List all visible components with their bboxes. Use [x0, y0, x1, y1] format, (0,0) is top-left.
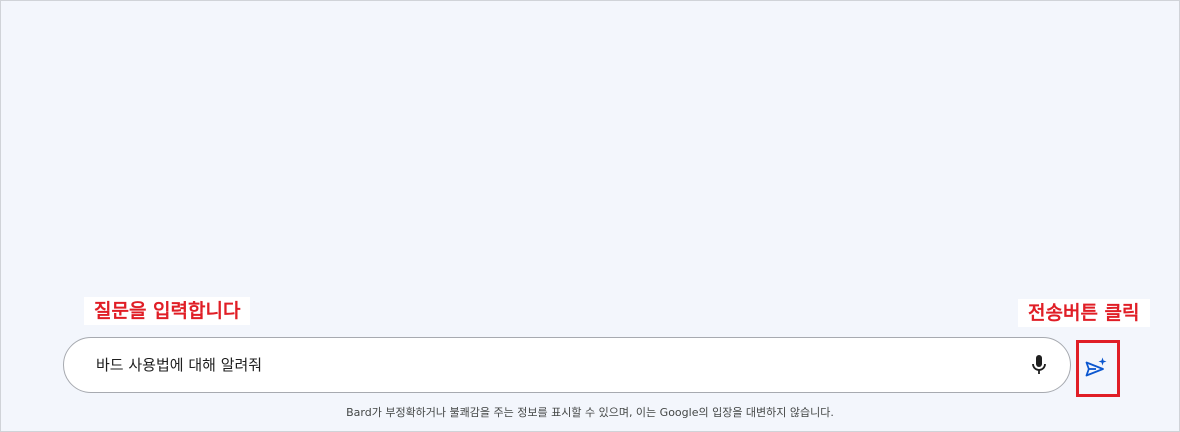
- disclaimer-text: Bard가 부정확하거나 불쾌감을 주는 정보를 표시할 수 있으며, 이는 G…: [346, 406, 834, 419]
- input-instruction-label: 질문을 입력합니다: [84, 297, 251, 325]
- prompt-input-box[interactable]: 바드 사용법에 대해 알려줘: [63, 337, 1071, 393]
- send-button[interactable]: [1080, 352, 1112, 384]
- send-sparkle-icon: [1085, 357, 1107, 377]
- microphone-icon[interactable]: [1026, 352, 1052, 378]
- send-instruction-label: 전송버튼 클릭: [1018, 299, 1150, 327]
- prompt-input-text[interactable]: 바드 사용법에 대해 알려줘: [96, 338, 262, 392]
